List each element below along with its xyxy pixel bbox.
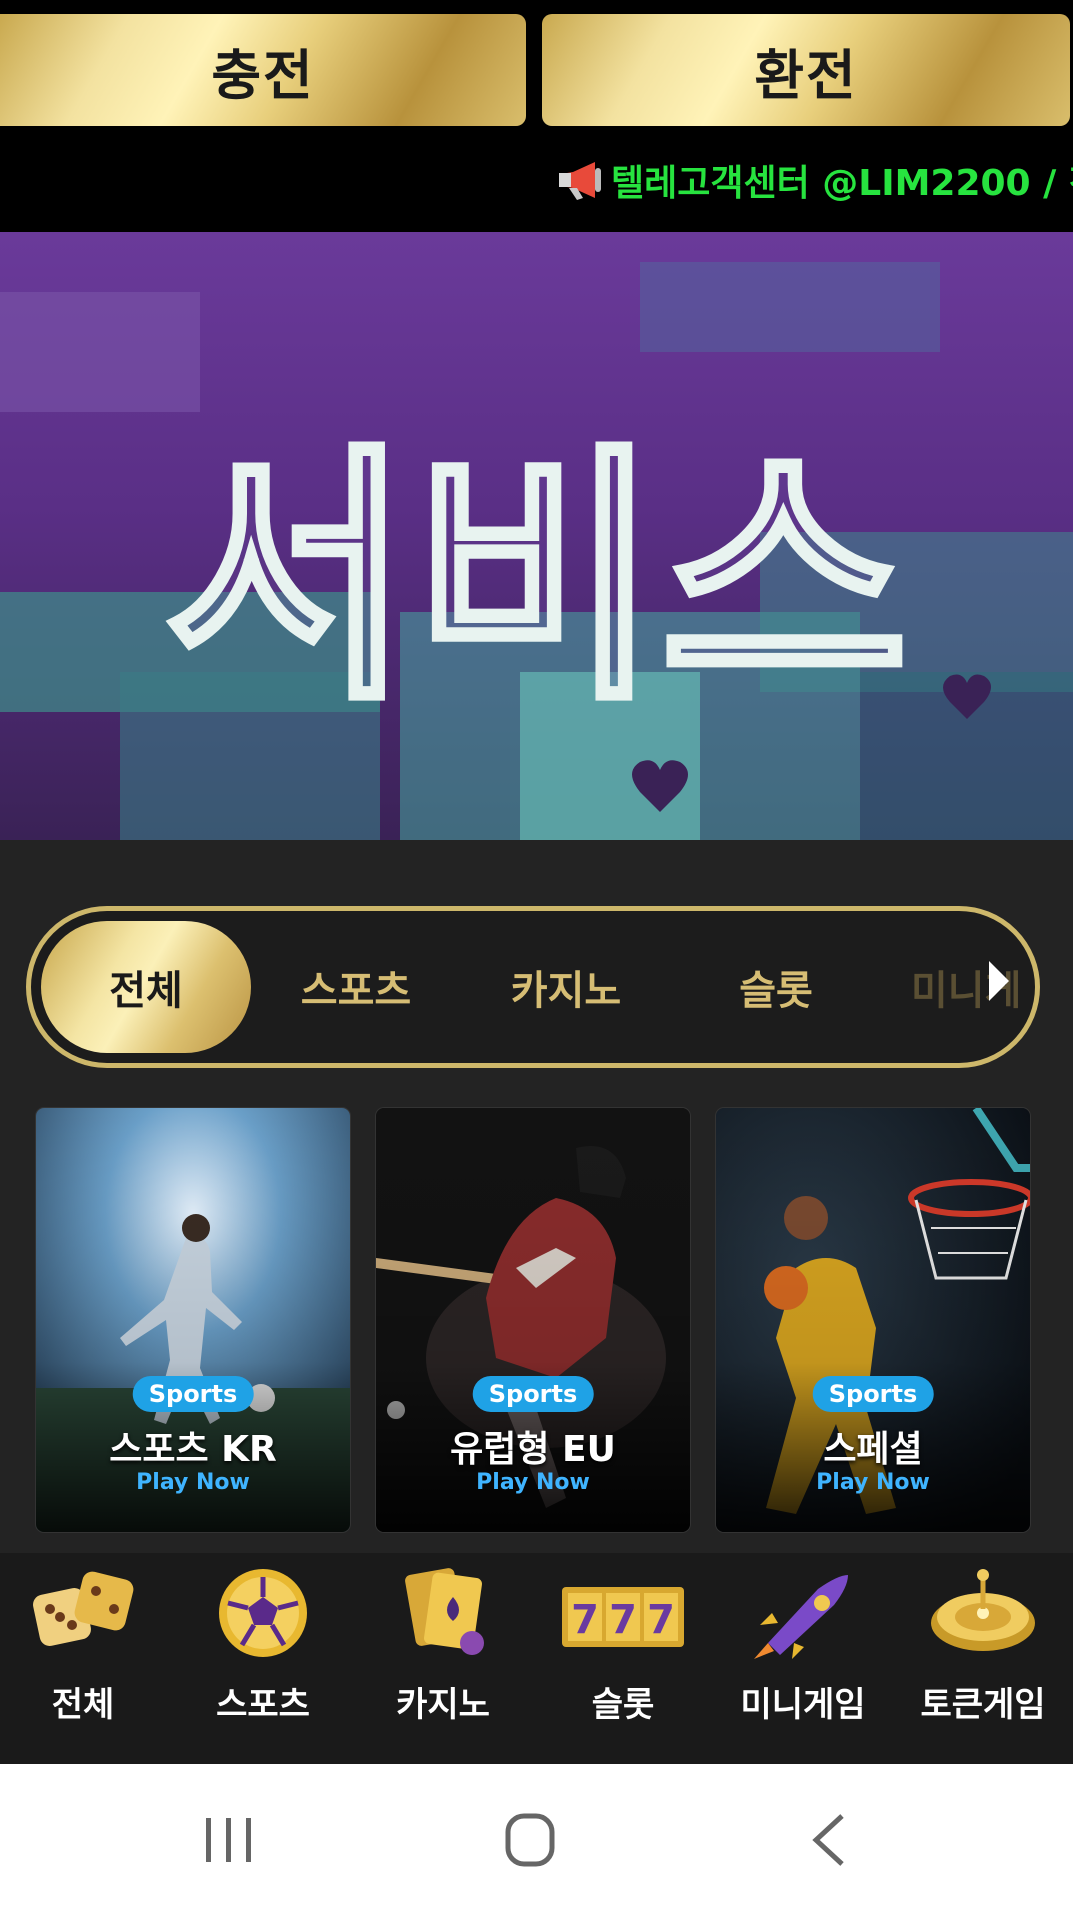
card-badge: Sports — [812, 1376, 934, 1412]
card-badge: Sports — [132, 1376, 254, 1412]
category-label: 전체 — [51, 1685, 115, 1725]
tab-all[interactable]: 전체 — [41, 921, 251, 1053]
svg-text:7: 7 — [609, 1597, 637, 1643]
tab-minigame[interactable]: 미니게 — [911, 921, 1035, 1053]
category-tab-bar: 전체 스포츠 카지노 슬롯 미니게 — [26, 906, 1040, 1068]
category-label: 슬롯 — [591, 1685, 655, 1725]
game-card-eu[interactable]: Sports 유럽형 EU Play Now — [376, 1108, 690, 1532]
svg-text:7: 7 — [647, 1597, 675, 1643]
system-navigation-bar — [0, 1764, 1073, 1908]
cards-icon — [405, 1568, 484, 1655]
slot-777-icon: 7 7 7 — [562, 1587, 684, 1647]
category-minigame[interactable]: 미니게임 — [713, 1563, 893, 1753]
megaphone-icon — [559, 162, 601, 200]
svg-text:7: 7 — [571, 1597, 599, 1643]
category-label: 토큰게임 — [920, 1685, 1046, 1725]
card-title: 유럽형 EU — [450, 1429, 616, 1470]
tab-sports[interactable]: 스포츠 — [251, 921, 461, 1053]
rocket-icon — [754, 1575, 848, 1659]
category-label: 카지노 — [396, 1685, 490, 1725]
soccer-ball-icon — [219, 1569, 307, 1657]
notice-text: 텔레고객센터 @LIM2200 / 전용 — [611, 163, 1073, 204]
category-slot[interactable]: 7 7 7 슬롯 — [533, 1563, 713, 1753]
banner-title: 서비스 — [163, 421, 908, 736]
top-action-bar: 충전 환전 — [0, 0, 1073, 140]
game-card-list: Sports 스포츠 KR Play Now Sports 유럽형 EU Pla… — [0, 1108, 1073, 1532]
main-content: 전체 스포츠 카지노 슬롯 미니게 Sports 스포츠 KR Play Now… — [0, 840, 1073, 1553]
exchange-button[interactable]: 환전 — [542, 14, 1070, 126]
play-now-link[interactable]: Play Now — [716, 1470, 1030, 1495]
play-now-link[interactable]: Play Now — [36, 1470, 350, 1495]
tab-casino[interactable]: 카지노 — [461, 921, 671, 1053]
category-token-game[interactable]: 토큰게임 — [893, 1563, 1073, 1753]
card-title: 스페셜 — [823, 1429, 923, 1470]
category-label: 미니게임 — [740, 1685, 866, 1725]
play-now-link[interactable]: Play Now — [376, 1470, 690, 1495]
back-icon[interactable] — [792, 1808, 872, 1872]
bottom-category-nav: 전체 스포츠 카지노 7 7 7 슬롯 미니게임 토큰게임 — [0, 1553, 1073, 1764]
category-all[interactable]: 전체 — [0, 1563, 173, 1753]
game-card-special[interactable]: Sports 스페셜 Play Now — [716, 1108, 1030, 1532]
home-icon[interactable] — [490, 1808, 570, 1872]
tab-slot[interactable]: 슬롯 — [671, 921, 881, 1053]
dice-icon — [33, 1571, 134, 1646]
roulette-icon — [931, 1569, 1035, 1651]
category-sports[interactable]: 스포츠 — [173, 1563, 353, 1753]
tab-scroll-right-icon[interactable] — [989, 961, 1009, 1001]
promo-banner[interactable]: 서비스 — [0, 232, 1073, 840]
notice-marquee: 텔레고객센터 @LIM2200 / 전용 — [0, 140, 1073, 232]
recent-apps-icon[interactable] — [188, 1808, 268, 1872]
game-card-sports-kr[interactable]: Sports 스포츠 KR Play Now — [36, 1108, 350, 1532]
charge-button[interactable]: 충전 — [0, 14, 526, 126]
card-badge: Sports — [472, 1376, 594, 1412]
banner-artwork: 서비스 — [0, 232, 1073, 840]
category-casino[interactable]: 카지노 — [353, 1563, 533, 1753]
card-title: 스포츠 KR — [109, 1429, 277, 1470]
category-label: 스포츠 — [216, 1685, 310, 1725]
